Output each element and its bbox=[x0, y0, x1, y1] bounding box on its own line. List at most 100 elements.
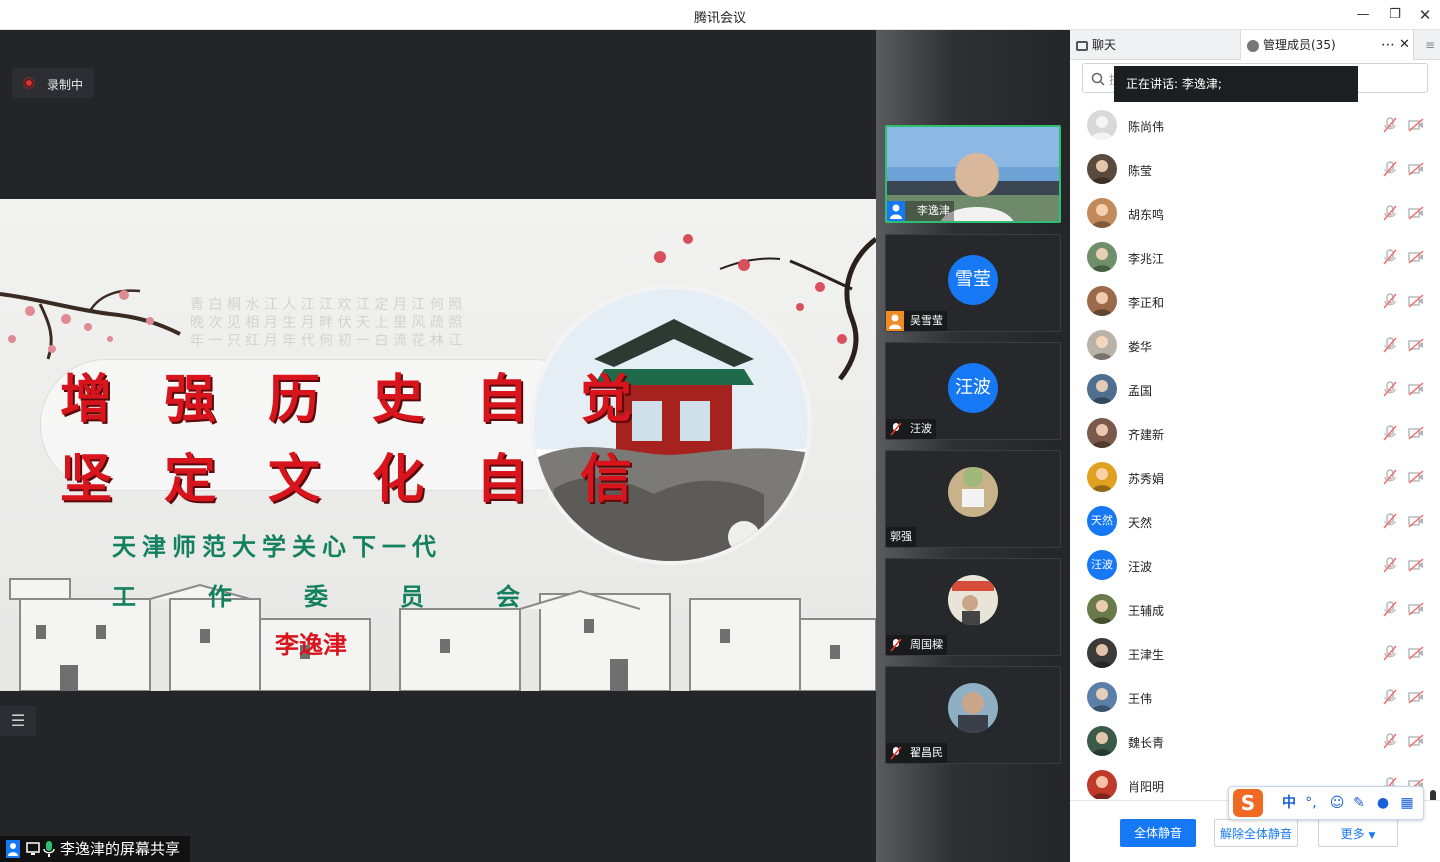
tab-members[interactable]: 管理成员(35) ⋯ ✕ bbox=[1240, 30, 1414, 60]
mic-muted-icon[interactable] bbox=[1382, 513, 1398, 529]
member-row[interactable]: 陈尚伟 bbox=[1070, 103, 1426, 147]
camera-off-icon[interactable] bbox=[1408, 733, 1424, 749]
camera-off-icon[interactable] bbox=[1408, 601, 1424, 617]
mic-muted-icon[interactable] bbox=[1382, 381, 1398, 397]
profile-photo bbox=[1087, 286, 1117, 316]
camera-off-icon[interactable] bbox=[1408, 381, 1424, 397]
member-row[interactable]: 胡东鸣 bbox=[1070, 191, 1426, 235]
camera-off-icon[interactable] bbox=[1408, 689, 1424, 705]
camera-off-icon[interactable] bbox=[1408, 645, 1424, 661]
close-panel-icon[interactable]: ✕ bbox=[1399, 30, 1410, 60]
member-list: 陈尚伟 陈莹 胡东鸣 李兆江 李正和 娄华 孟国 齐建新 苏秀娟 天然 天然 汪波 汪波 王辅成 王津生 王伟… bbox=[1070, 103, 1426, 799]
more-options-icon[interactable]: ⋯ bbox=[1381, 30, 1395, 60]
mic-muted-icon bbox=[890, 746, 902, 760]
input-method-toolbar[interactable]: S 中 °, ☺ ✎ ● ▦ bbox=[1228, 786, 1424, 820]
video-tile-speaker[interactable]: 李逸津 bbox=[885, 125, 1061, 223]
mic-muted-icon[interactable] bbox=[1382, 557, 1398, 573]
initials-avatar: 天然 bbox=[1087, 506, 1117, 536]
speaking-tooltip-text: 正在讲话: 李逸津; bbox=[1126, 77, 1222, 91]
presentation-slide: 青 白 桐 水 江 人 江 江 欢 江 定 月 江 何 照 晚 次 见 相 月 … bbox=[0, 199, 876, 691]
slide-org-line1: 天津师范大学关心下一代 bbox=[112, 532, 442, 561]
member-row[interactable]: 王伟 bbox=[1070, 675, 1426, 719]
video-tile[interactable]: 雪莹 吴雪莹 bbox=[885, 234, 1061, 332]
tile-name: 吴雪莹 bbox=[910, 314, 943, 327]
profile-photo bbox=[1087, 330, 1117, 360]
sogou-logo-icon: S bbox=[1233, 789, 1263, 817]
user-icon bbox=[6, 840, 20, 858]
ime-mode-toggle[interactable]: 中 bbox=[1279, 793, 1299, 813]
mic-muted-icon[interactable] bbox=[1382, 733, 1398, 749]
member-name: 王伟 bbox=[1128, 692, 1153, 706]
member-row[interactable]: 李兆江 bbox=[1070, 235, 1426, 279]
mic-muted-icon[interactable] bbox=[1382, 161, 1398, 177]
record-icon bbox=[23, 77, 35, 89]
profile-photo bbox=[1087, 198, 1117, 228]
screen-share-icon bbox=[26, 842, 40, 855]
unmute-all-button[interactable]: 解除全体静音 bbox=[1214, 819, 1298, 847]
voice-input-icon[interactable]: ● bbox=[1373, 793, 1393, 813]
profile-photo bbox=[1087, 682, 1117, 712]
mic-muted-icon[interactable] bbox=[1382, 469, 1398, 485]
mic-muted-icon[interactable] bbox=[1382, 205, 1398, 221]
member-row[interactable]: 魏长青 bbox=[1070, 719, 1426, 763]
shared-screen-stage: 录制中 青 白 桐 水 江 人 江 江 欢 江 定 月 江 何 照 晚 次 见 … bbox=[0, 30, 876, 862]
video-tile[interactable]: 翟昌民 bbox=[885, 666, 1061, 764]
mic-muted-icon[interactable] bbox=[1382, 645, 1398, 661]
camera-off-icon[interactable] bbox=[1408, 513, 1424, 529]
member-row[interactable]: 孟国 bbox=[1070, 367, 1426, 411]
member-icon bbox=[1247, 39, 1259, 52]
more-button[interactable]: 更多 ▼ bbox=[1318, 819, 1398, 847]
pen-icon[interactable]: ✎ bbox=[1349, 793, 1369, 813]
camera-off-icon[interactable] bbox=[1408, 205, 1424, 221]
emoji-icon[interactable]: ☺ bbox=[1327, 793, 1347, 813]
share-label-text: 李逸津的屏幕共享 bbox=[60, 840, 181, 858]
member-row[interactable]: 李正和 bbox=[1070, 279, 1426, 323]
member-name: 李兆江 bbox=[1128, 252, 1165, 266]
mic-muted-icon bbox=[890, 638, 902, 652]
camera-off-icon[interactable] bbox=[1408, 161, 1424, 177]
minimize-button[interactable]: — bbox=[1352, 4, 1374, 26]
recording-indicator[interactable]: 录制中 bbox=[12, 68, 94, 98]
member-row[interactable]: 陈莹 bbox=[1070, 147, 1426, 191]
camera-off-icon[interactable] bbox=[1408, 557, 1424, 573]
member-name: 陈尚伟 bbox=[1128, 120, 1165, 134]
camera-off-icon[interactable] bbox=[1408, 117, 1424, 133]
member-row[interactable]: 王辅成 bbox=[1070, 587, 1426, 631]
mic-muted-icon[interactable] bbox=[1382, 117, 1398, 133]
camera-off-icon[interactable] bbox=[1408, 337, 1424, 353]
svg-text:青 白 桐 水 江 人 江 江 欢 江 定 月 江 何 照: 青 白 桐 水 江 人 江 江 欢 江 定 月 江 何 照 bbox=[190, 297, 462, 313]
member-row[interactable]: 苏秀娟 bbox=[1070, 455, 1426, 499]
member-row[interactable]: 汪波 汪波 bbox=[1070, 543, 1426, 587]
member-name: 天然 bbox=[1128, 516, 1153, 530]
close-button[interactable]: ✕ bbox=[1414, 4, 1436, 26]
panel-menu-icon[interactable]: ≡ bbox=[1420, 30, 1440, 60]
mute-all-button[interactable]: 全体静音 bbox=[1120, 819, 1196, 847]
profile-photo bbox=[1087, 418, 1117, 448]
toolbox-grid-icon[interactable]: ▦ bbox=[1397, 793, 1417, 813]
mic-muted-icon[interactable] bbox=[1382, 689, 1398, 705]
ime-punctuation-toggle[interactable]: °, bbox=[1301, 793, 1321, 813]
panel-tabs: 聊天 管理成员(35) ⋯ ✕ ≡ bbox=[1070, 30, 1440, 60]
mic-muted-icon[interactable] bbox=[1382, 249, 1398, 265]
mic-muted-icon[interactable] bbox=[1382, 337, 1398, 353]
member-row[interactable]: 王津生 bbox=[1070, 631, 1426, 675]
maximize-button[interactable]: ❐ bbox=[1384, 4, 1406, 26]
member-row[interactable]: 娄华 bbox=[1070, 323, 1426, 367]
tab-chat[interactable]: 聊天 bbox=[1070, 30, 1240, 60]
camera-off-icon[interactable] bbox=[1408, 293, 1424, 309]
video-tile[interactable]: 周国樑 bbox=[885, 558, 1061, 656]
mic-muted-icon[interactable] bbox=[1382, 425, 1398, 441]
profile-photo bbox=[1087, 594, 1117, 624]
list-menu-button[interactable]: ☰ bbox=[0, 706, 36, 736]
video-tile[interactable]: 汪波 汪波 bbox=[885, 342, 1061, 440]
member-row[interactable]: 齐建新 bbox=[1070, 411, 1426, 455]
mic-muted-icon[interactable] bbox=[1382, 293, 1398, 309]
mic-muted-icon[interactable] bbox=[1382, 601, 1398, 617]
video-tile[interactable]: 郭强 bbox=[885, 450, 1061, 548]
user-icon bbox=[886, 311, 904, 331]
member-row[interactable]: 天然 天然 bbox=[1070, 499, 1426, 543]
tile-name-bar: 汪波 bbox=[886, 419, 936, 439]
camera-off-icon[interactable] bbox=[1408, 469, 1424, 485]
camera-off-icon[interactable] bbox=[1408, 249, 1424, 265]
camera-off-icon[interactable] bbox=[1408, 425, 1424, 441]
